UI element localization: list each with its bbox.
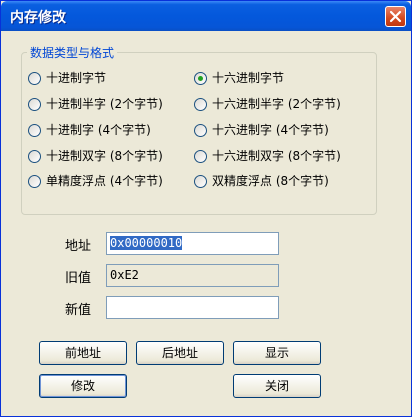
group-legend: 数据类型与格式 bbox=[27, 44, 118, 61]
radio-label: 十六进制双字 (8个字节) bbox=[212, 149, 341, 163]
address-input[interactable]: 0x00000010 bbox=[106, 232, 279, 255]
radio-circle bbox=[194, 124, 207, 137]
radio-label: 十六进制半字 (2个字节) bbox=[212, 97, 341, 111]
radio-circle bbox=[28, 150, 41, 163]
show-button[interactable]: 显示 bbox=[233, 341, 321, 365]
radio-circle bbox=[28, 175, 41, 188]
next-address-button[interactable]: 后地址 bbox=[136, 341, 224, 365]
radio-label: 十六进制字 (4个字节) bbox=[212, 123, 329, 137]
prev-address-button[interactable]: 前地址 bbox=[39, 341, 127, 365]
radio-label: 双精度浮点 (8个字节) bbox=[212, 174, 329, 188]
radio-selected-dot bbox=[198, 76, 203, 81]
radio-circle bbox=[194, 175, 207, 188]
title-bar[interactable]: 内存修改 bbox=[1, 1, 411, 31]
address-label: 地址 bbox=[65, 239, 92, 254]
radio-label: 十进制半字 (2个字节) bbox=[46, 97, 163, 111]
radio-label: 十进制双字 (8个字节) bbox=[46, 149, 163, 163]
new-value-input[interactable] bbox=[106, 296, 279, 319]
radio-label: 十进制字节 bbox=[46, 71, 107, 85]
new-value-label: 新值 bbox=[65, 303, 92, 318]
radio-circle bbox=[28, 124, 41, 137]
window-title: 内存修改 bbox=[10, 10, 66, 26]
radio-circle bbox=[194, 98, 207, 111]
radio-label: 十六进制字节 bbox=[212, 71, 285, 85]
radio-circle bbox=[28, 72, 41, 85]
old-value-label: 旧值 bbox=[65, 271, 92, 286]
radio-label: 单精度浮点 (4个字节) bbox=[46, 174, 163, 188]
radio-circle bbox=[28, 98, 41, 111]
close-icon[interactable] bbox=[385, 6, 406, 27]
old-value: 0xE2 bbox=[110, 268, 139, 282]
radio-circle bbox=[194, 150, 207, 163]
modify-button[interactable]: 修改 bbox=[39, 374, 127, 398]
radio-circle bbox=[194, 72, 207, 85]
memory-modify-dialog: 内存修改 数据类型与格式 十进制字节 十六进制字节 十进制半字 (2个字节) 十… bbox=[0, 0, 412, 417]
close-button[interactable]: 关闭 bbox=[233, 374, 321, 398]
old-value-field: 0xE2 bbox=[106, 264, 279, 287]
radio-label: 十进制字 (4个字节) bbox=[46, 123, 151, 137]
address-value: 0x00000010 bbox=[110, 236, 183, 250]
